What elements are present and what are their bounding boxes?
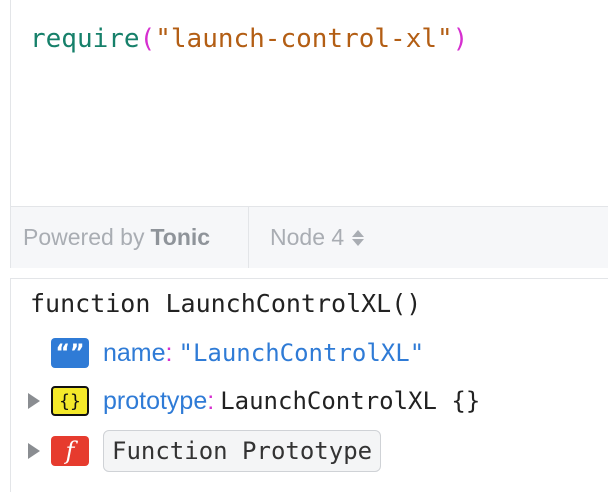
property-value: "LaunchControlXL" <box>178 339 425 367</box>
result-title: function LaunchControlXL() <box>30 289 422 318</box>
code-open-paren: ( <box>139 24 156 54</box>
runtime-version-select[interactable]: Node 4 <box>249 207 365 268</box>
runtime-version-label: Node 4 <box>270 224 345 250</box>
property-value: LaunchControlXL {} <box>220 387 481 415</box>
function-prototype-chip[interactable]: Function Prototype <box>103 430 382 472</box>
expand-arrow-icon[interactable] <box>28 443 40 459</box>
property-colon: : <box>207 386 215 415</box>
powered-by-link[interactable]: Powered by Tonic <box>11 207 249 268</box>
property-key: prototype <box>103 386 208 415</box>
powered-by-label: Powered by <box>23 224 145 250</box>
brand-name: Tonic <box>150 224 211 250</box>
code-editor[interactable]: require("launch-control-xl") <box>11 0 608 206</box>
property-key: name <box>103 338 166 367</box>
code-string-argument: "launch-control-xl" <box>155 24 453 54</box>
editor-footer: Powered by Tonic Node 4 <box>11 206 608 268</box>
string-type-icon: “” <box>51 338 89 368</box>
function-prototype-row[interactable]: f Function Prototype <box>11 430 382 472</box>
property-row-name: “” name : "LaunchControlXL" <box>11 334 424 372</box>
property-row-prototype[interactable]: {} prototype : LaunchControlXL {} <box>11 382 480 420</box>
code-close-paren: ) <box>452 24 469 54</box>
up-down-arrows-icon <box>352 229 365 246</box>
expand-arrow-icon[interactable] <box>28 393 40 409</box>
result-panel: function LaunchControlXL() “” name : "La… <box>10 278 608 492</box>
code-editor-card: require("launch-control-xl") Powered by … <box>10 0 608 268</box>
code-function-name: require <box>30 24 140 54</box>
function-type-icon: f <box>51 436 89 466</box>
property-colon: : <box>165 338 173 367</box>
object-type-icon: {} <box>51 386 89 416</box>
